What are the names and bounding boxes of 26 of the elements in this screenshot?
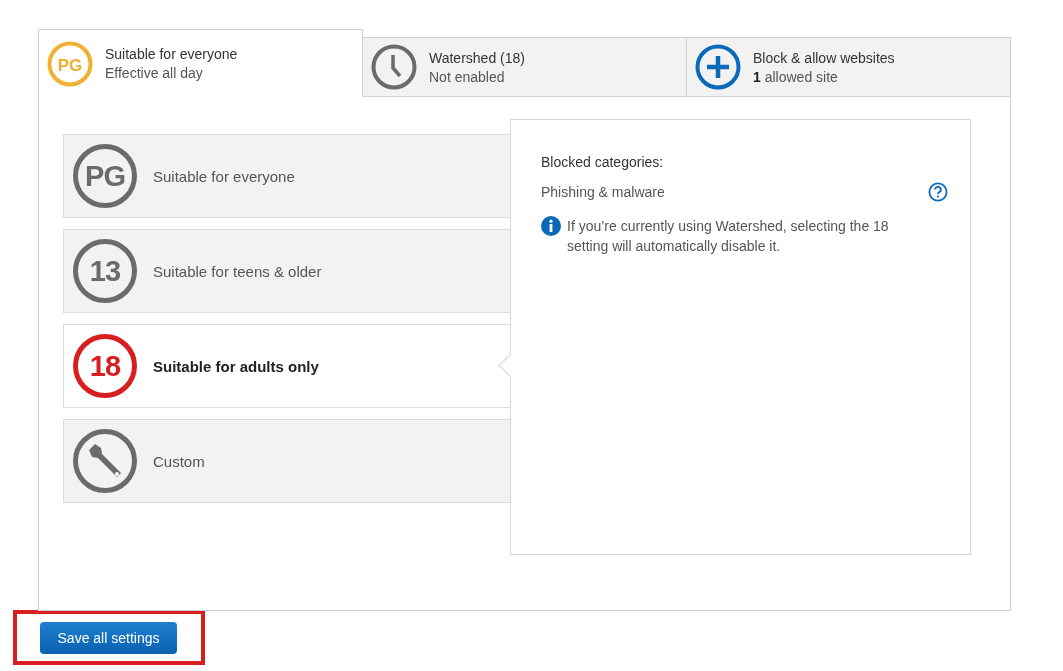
rating-badge: 13 xyxy=(73,239,137,303)
tab-subtitle: Effective all day xyxy=(105,65,204,81)
details-heading: Blocked categories: xyxy=(541,154,665,170)
save-button[interactable]: Save all settings xyxy=(40,622,177,654)
tab[interactable]: Block & allow websites 1 allowed site xyxy=(687,37,1011,97)
tab-subtitle: Not enabled xyxy=(429,68,506,85)
option-label: Suitable for everyone xyxy=(153,167,295,185)
tab-title: Block & allow websites xyxy=(753,49,895,66)
tab-title: Watershed (18) xyxy=(429,49,525,66)
rating-badge: 18 xyxy=(73,334,137,398)
rating-badge: PG xyxy=(73,144,137,208)
help-icon[interactable] xyxy=(928,182,948,202)
option-label: Suitable for teens & older xyxy=(153,262,322,280)
clock-icon xyxy=(371,44,417,90)
option-label: Suitable for adults only xyxy=(153,357,319,375)
tab-subtitle: 1 allowed site xyxy=(753,68,839,85)
tab-title: Suitable for everyone xyxy=(105,46,238,62)
info-note: If you’re currently using Watershed, selecting the 18 setting will automatically disable it. xyxy=(567,217,890,256)
tab[interactable]: PG Suitable for everyone Effective all day xyxy=(38,29,363,97)
wrench-icon xyxy=(73,429,137,493)
plus-icon xyxy=(695,44,741,90)
option-label: Custom xyxy=(153,452,205,470)
rating-badge-icon: PG xyxy=(47,40,93,87)
info-icon xyxy=(541,216,561,236)
blocked-category: Phishing & malware xyxy=(541,184,665,200)
tab[interactable]: Watershed (18) Not enabled xyxy=(363,37,687,97)
